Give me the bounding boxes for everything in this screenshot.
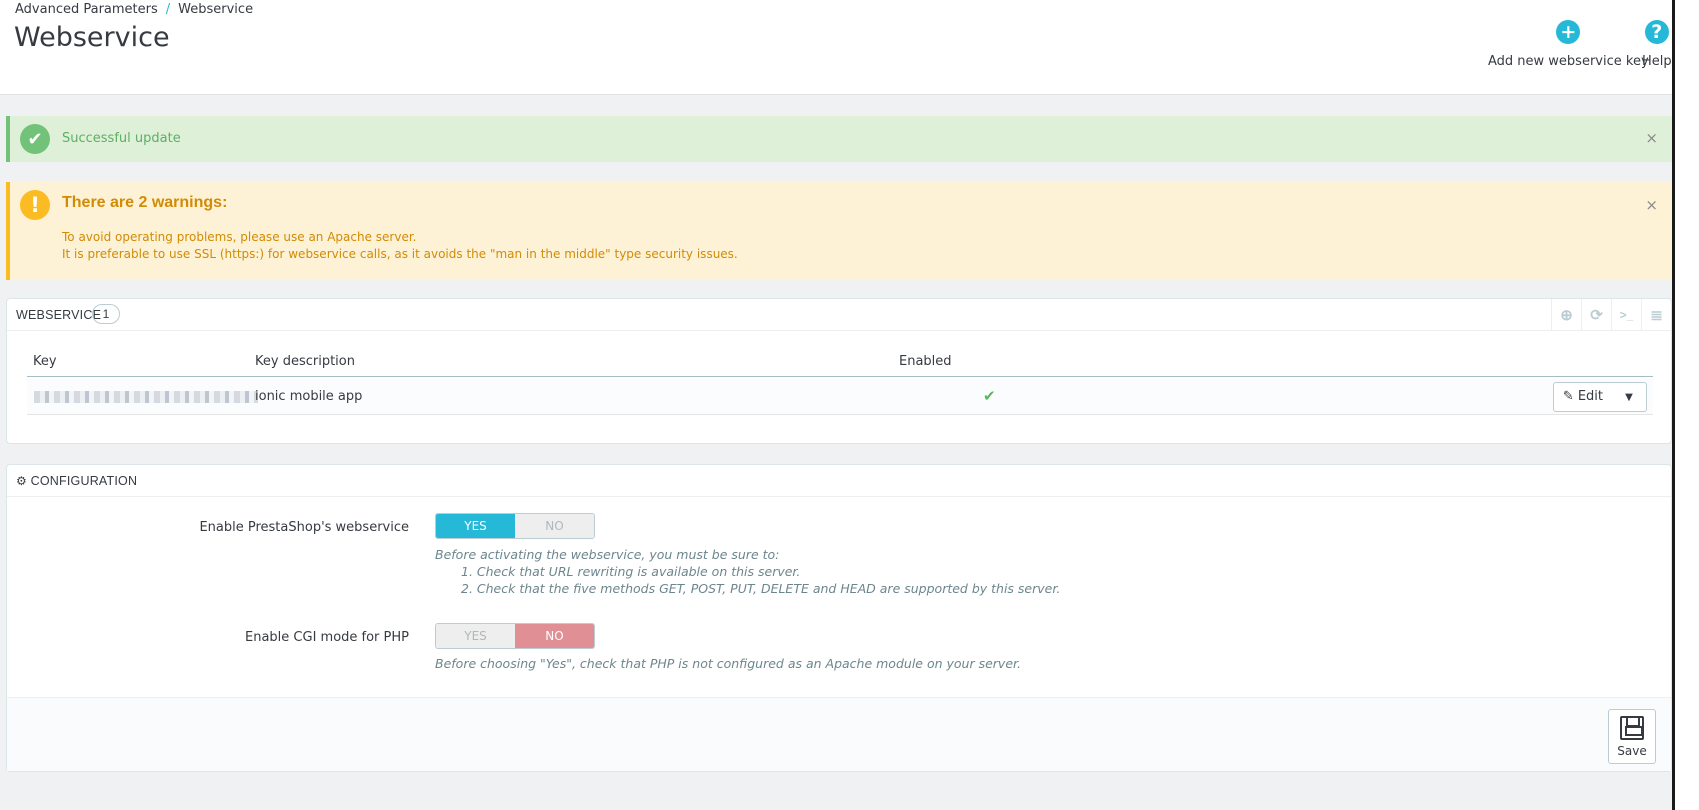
key-value-redacted — [34, 391, 258, 403]
warning-line: It is preferable to use SSL (https:) for… — [62, 247, 738, 261]
breadcrumb-separator: / — [165, 2, 171, 17]
plus-circle-icon: + — [1556, 20, 1581, 44]
column-key[interactable]: Key — [33, 354, 57, 369]
help-label: Help — [1642, 54, 1672, 69]
panel-title: ⚙ CONFIGURATION — [16, 474, 137, 488]
page-title: Webservice — [14, 22, 170, 53]
panel-heading: ⚙ CONFIGURATION — [7, 465, 1671, 497]
panel-footer: Save — [7, 697, 1671, 771]
save-label: Save — [1617, 743, 1647, 758]
help-text: 1. Check that URL rewriting is available… — [461, 564, 801, 579]
enabled-check-icon[interactable]: ✔ — [983, 387, 996, 405]
table-header: Key Key description Enabled — [27, 351, 1653, 377]
row-actions: ✎ Edit ▼ — [1552, 382, 1647, 412]
column-description[interactable]: Key description — [255, 354, 355, 369]
field-help: Before choosing "Yes", check that PHP is… — [435, 656, 1021, 671]
help-text: Before activating the webservice, you mu… — [435, 547, 780, 562]
scrollbar[interactable] — [1672, 0, 1699, 810]
floppy-disk-icon — [1620, 715, 1644, 740]
configuration-title: CONFIGURATION — [30, 474, 138, 488]
terminal-icon[interactable]: >_ — [1611, 299, 1641, 331]
edit-label: Edit — [1577, 389, 1603, 404]
exclamation-circle-icon: ! — [20, 190, 50, 220]
breadcrumb-item-webservice: Webservice — [178, 2, 254, 17]
table-row[interactable]: ionic mobile app ✔ ✎ Edit ▼ — [27, 379, 1653, 415]
switch-yes[interactable]: YES — [436, 624, 515, 648]
question-circle-icon: ? — [1644, 20, 1669, 44]
cgi-switch[interactable]: YES NO — [435, 623, 595, 649]
help-text: 2. Check that the five methods GET, POST… — [461, 581, 1061, 596]
add-icon[interactable]: ⊕ — [1551, 299, 1581, 331]
warning-alert: ! There are 2 warnings: To avoid operati… — [6, 182, 1672, 280]
success-message: Successful update — [62, 131, 181, 146]
edit-button[interactable]: ✎ Edit — [1554, 383, 1612, 411]
warning-title: There are 2 warnings: — [62, 194, 228, 211]
page-header: Advanced Parameters / Webservice Webservic… — [0, 0, 1672, 95]
switch-no[interactable]: NO — [515, 624, 594, 648]
warning-line: To avoid operating problems, please use … — [62, 230, 417, 244]
count-badge: 1 — [92, 304, 120, 324]
panel-title: WEBSERVICE — [16, 308, 102, 322]
refresh-icon[interactable]: ⟳ — [1581, 299, 1611, 331]
caret-down-icon: ▼ — [1625, 391, 1633, 403]
configuration-panel: ⚙ CONFIGURATION Enable PrestaShop's webs… — [6, 464, 1672, 772]
check-circle-icon: ✔ — [20, 124, 50, 154]
add-webservice-key-button[interactable]: + Add new webservice key — [1488, 20, 1649, 69]
help-text: Before choosing "Yes", check that PHP is… — [435, 656, 1021, 671]
database-icon[interactable]: ≣ — [1641, 299, 1671, 331]
breadcrumb-item-advanced-parameters[interactable]: Advanced Parameters — [15, 2, 158, 17]
add-webservice-key-label: Add new webservice key — [1488, 54, 1649, 69]
field-help: Before activating the webservice, you mu… — [435, 546, 1060, 597]
webservice-panel: WEBSERVICE 1 ⊕ ⟳ >_ ≣ Key Key descriptio… — [6, 298, 1672, 444]
close-icon[interactable]: × — [1645, 196, 1658, 214]
webservice-switch[interactable]: YES NO — [435, 513, 595, 539]
save-button[interactable]: Save — [1608, 709, 1656, 764]
close-icon[interactable]: × — [1645, 129, 1658, 147]
field-label: Enable CGI mode for PHP — [245, 630, 409, 645]
success-alert: ✔ Successful update × — [6, 116, 1672, 162]
help-button[interactable]: ? Help — [1642, 20, 1672, 69]
panel-heading: WEBSERVICE 1 ⊕ ⟳ >_ ≣ — [7, 299, 1671, 331]
key-description: ionic mobile app — [255, 389, 363, 404]
breadcrumb: Advanced Parameters / Webservice — [15, 2, 253, 17]
dropdown-toggle[interactable]: ▼ — [1612, 383, 1646, 411]
switch-no[interactable]: NO — [515, 514, 594, 538]
cogs-icon: ⚙ — [16, 474, 27, 488]
panel-actions: ⊕ ⟳ >_ ≣ — [1551, 299, 1671, 331]
field-label: Enable PrestaShop's webservice — [199, 520, 409, 535]
switch-yes[interactable]: YES — [436, 514, 515, 538]
scrollbar-thumb[interactable] — [1672, 0, 1675, 810]
column-enabled[interactable]: Enabled — [899, 354, 952, 369]
pencil-icon: ✎ — [1562, 389, 1574, 404]
page: Advanced Parameters / Webservice Webservic… — [0, 0, 1672, 810]
